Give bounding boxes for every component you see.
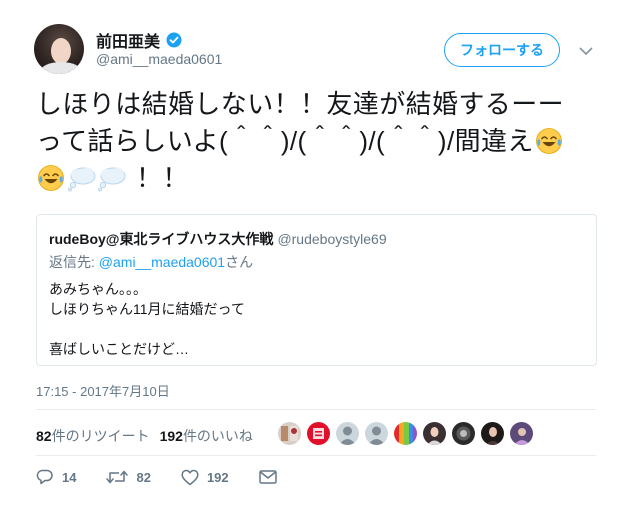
retweet-button[interactable]: 82 (106, 468, 151, 486)
quote-header: rudeBoy@東北ライブハウス大作戦 @rudeboystyle69 (49, 229, 387, 249)
tweet-text-line-1: しほりは結婚しない！！友達が結婚するーー (36, 89, 565, 119)
tweet-text-line-3-end: ！！ (136, 163, 189, 193)
divider (36, 455, 596, 456)
reply-to-suffix: さん (225, 254, 254, 270)
face-with-tears-of-joy-icon (37, 164, 65, 192)
liker-avatar[interactable] (423, 422, 446, 445)
reply-to-handle-link[interactable]: @ami__maeda0601 (99, 254, 225, 270)
reply-count: 14 (62, 469, 77, 485)
tweet-text-line-2: って話らしいよ(＾＾)/(＾＾)/(＾＾)/間違え (36, 123, 596, 160)
like-stat-count: 192 (159, 428, 183, 444)
tweet-timestamp[interactable]: 17:15 - 2017年7月10日 (36, 381, 170, 400)
heart-icon (181, 469, 199, 486)
like-count: 192 (206, 469, 229, 485)
like-button[interactable]: 192 (181, 469, 229, 486)
divider (36, 409, 596, 410)
face-with-tears-of-joy-icon (535, 127, 563, 155)
quote-display-name[interactable]: rudeBoy@東北ライブハウス大作戦 (49, 231, 273, 247)
quote-body: あみちゃん。。。 しほりちゃん11月に結婚だって 喜ばしいことだけど… (49, 279, 245, 359)
retweet-stat-count: 82 (36, 428, 52, 444)
like-stat-link[interactable]: 192件のいいね (160, 426, 253, 446)
retweet-icon (106, 468, 129, 486)
tweet-text-line-2-text: って話らしいよ(＾＾)/(＾＾)/(＾＾)/間違え (36, 126, 534, 156)
liker-avatar[interactable] (481, 422, 504, 445)
liker-avatar[interactable] (365, 422, 388, 445)
reply-icon (36, 468, 54, 486)
tweet-actions: 14 82 192 (36, 468, 307, 486)
reply-to-prefix: 返信先: (49, 254, 99, 270)
retweet-stat-link[interactable]: 82件のリツイート (36, 426, 150, 446)
avatar-shoulder (40, 62, 82, 74)
liker-avatar[interactable] (452, 422, 475, 445)
verified-badge-icon (166, 32, 182, 48)
retweet-stat-label: 件のリツイート (51, 428, 150, 444)
direct-message-button[interactable] (258, 470, 277, 484)
avatar[interactable] (34, 24, 84, 74)
tweet-stats: 82件のリツイート 192件のいいね (36, 426, 253, 446)
tweet-text-line-3: ！！ (36, 160, 596, 197)
thought-balloon-icon (97, 164, 126, 192)
avatar-face (51, 38, 71, 64)
liker-avatar[interactable] (278, 422, 301, 445)
follow-button[interactable]: フォローする (444, 33, 560, 67)
quote-line: 喜ばしいことだけど… (49, 341, 189, 357)
thought-balloon-icon (67, 164, 96, 192)
quote-line: あみちゃん。。。 (49, 281, 147, 297)
quoted-tweet[interactable]: rudeBoy@東北ライブハウス大作戦 @rudeboystyle69 返信先: … (36, 214, 597, 366)
like-stat-label: 件のいいね (182, 428, 253, 444)
liker-avatar[interactable] (394, 422, 417, 445)
user-name-row: 前田亜美 (96, 28, 182, 52)
quote-line: しほりちゃん11月に結婚だって (49, 301, 245, 317)
display-name[interactable]: 前田亜美 (96, 28, 160, 52)
retweet-count: 82 (136, 469, 151, 485)
tweet-card: 前田亜美 @ami__maeda0601 フォローする しほりは結婚しない！！友… (0, 0, 632, 522)
reply-to-line: 返信先: @ami__maeda0601さん (49, 252, 253, 272)
tweet-text: しほりは結婚しない！！友達が結婚するーー って話らしいよ(＾＾)/(＾＾)/(＾… (36, 86, 596, 197)
liker-avatar[interactable] (336, 422, 359, 445)
user-handle[interactable]: @ami__maeda0601 (96, 51, 222, 67)
liker-avatars (278, 422, 533, 445)
chevron-down-icon[interactable] (577, 42, 595, 60)
quote-handle[interactable]: @rudeboystyle69 (277, 231, 386, 247)
liker-avatar[interactable] (510, 422, 533, 445)
liker-avatar[interactable] (307, 422, 330, 445)
quote-line (49, 319, 245, 339)
envelope-icon (258, 470, 277, 484)
reply-button[interactable]: 14 (36, 468, 76, 486)
